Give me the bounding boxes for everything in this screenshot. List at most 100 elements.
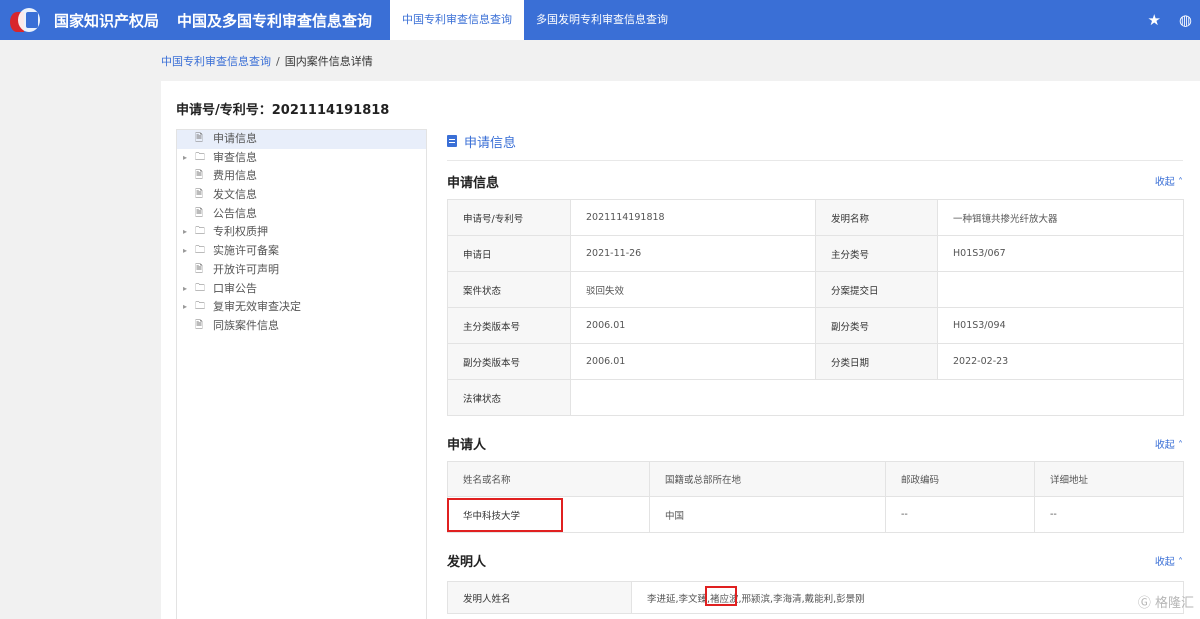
tree-item-label: 同族案件信息 [213,318,279,332]
tree-item[interactable]: ▸ 🗀 审查信息 [177,149,426,168]
tree-item-label: 发文信息 [213,188,257,202]
tree-item-label: 复审无效审查决定 [213,300,301,314]
folder-icon: 🗀 [195,301,205,313]
tab-china-patent-query[interactable]: 中国专利审查信息查询 [390,0,525,40]
table-row: 案件状态 驳回失效 分案提交日 [447,271,1184,308]
file-icon: 🗎 [195,133,204,144]
file-icon: 🗎 [195,207,204,219]
applicant-country: 中国 [649,496,886,533]
tree-item-label: 申请信息 [213,132,257,145]
field-label: 申请日 [447,235,571,272]
field-value: H01S3/094 [937,307,1184,344]
file-icon: 🗎 [195,170,204,182]
field-label: 主分类版本号 [447,307,571,344]
expand-caret-icon[interactable]: ▸ [183,298,187,317]
tree-item-label: 实施许可备案 [213,244,279,258]
inventor-label: 发明人姓名 [447,581,632,614]
tree-item[interactable]: ▸ 🗀 专利权质押 [177,223,426,242]
field-value: 2021-11-26 [570,235,816,272]
navigation-tree: 🗎 申请信息 ▸ 🗀 审查信息 🗎 费用信息 🗎 发文信息 🗎 公告信息 ▸ 🗀 专利权质押 ▸ 🗀 实施许可备… [176,129,427,619]
field-value [937,271,1184,308]
table-row: 申请日 2021-11-26 主分类号 H01S3/067 [447,235,1184,272]
cnipa-logo [8,4,46,36]
tree-item-label: 费用信息 [213,169,257,183]
tree-item[interactable]: ▸ 🗀 复审无效审查决定 [177,298,426,317]
expand-caret-icon[interactable]: ▸ [183,149,187,168]
org-name: 国家知识产权局 [54,11,160,30]
legal-status-value [570,379,1184,416]
tree-item-label: 开放许可声明 [213,262,279,276]
group-title-applicant: 申请人 [447,438,487,453]
field-value: H01S3/067 [937,235,1184,272]
applicant-postcode: -- [885,496,1035,533]
folder-icon: 🗀 [195,151,205,163]
section-divider [447,160,1183,161]
table-row: 申请号/专利号 2021114191818 发明名称 一种铒镱共掺光纤放大器 [447,199,1184,236]
tree-item-label: 口审公告 [213,281,257,295]
field-value: 2022-02-23 [937,343,1184,380]
breadcrumb-current: 国内案件信息详情 [284,55,373,68]
collapse-applicant-button[interactable]: 收起 ˄ [1155,436,1183,451]
breadcrumb-link-home[interactable]: 中国专利审查信息查询 [161,55,271,68]
field-value: 2006.01 [570,307,816,344]
field-label: 主分类号 [815,235,938,272]
globe-icon[interactable]: ◍ [1179,11,1192,29]
table-row: 主分类版本号 2006.01 副分类号 H01S3/094 [447,307,1184,344]
expand-caret-icon[interactable]: ▸ [183,223,187,242]
tree-item[interactable]: 🗎 同族案件信息 [177,317,426,336]
column-header: 详细地址 [1034,461,1184,497]
collapse-inventor-button[interactable]: 收起 ˄ [1155,553,1183,568]
tree-item[interactable]: ▸ 🗀 实施许可备案 [177,242,426,261]
table-row: 法律状态 [447,379,1184,416]
tab-multi-country-query[interactable]: 多国发明专利审查信息查询 [524,0,680,40]
tree-item[interactable]: ▸ 🗀 口审公告 [177,280,426,299]
expand-caret-icon[interactable]: ▸ [183,280,187,299]
column-header: 国籍或总部所在地 [649,461,886,497]
field-label: 副分类号 [815,307,938,344]
folder-icon: 🗀 [195,226,205,238]
tree-item[interactable]: 🗎 发文信息 [177,186,426,205]
column-header: 邮政编码 [885,461,1035,497]
file-icon: 🗎 [195,263,204,275]
table-header-row: 姓名或名称 国籍或总部所在地 邮政编码 详细地址 [447,461,1184,497]
section-header: 申请信息 [447,131,1183,151]
collapse-application-info-button[interactable]: 收起 ˄ [1155,173,1183,188]
tree-item[interactable]: 🗎 公告信息 [177,205,426,224]
field-label: 发明名称 [815,199,938,236]
group-title-application-info: 申请信息 [447,176,500,191]
field-label: 分类日期 [815,343,938,380]
tree-item[interactable]: 🗎 费用信息 [177,167,426,186]
app-title: 中国及多国专利审查信息查询 [177,11,373,30]
content-panel: 申请信息 申请信息 收起 ˄ 申请号/专利号 2021114191818 发明名称一… [447,129,1184,614]
tree-item-label: 专利权质押 [213,225,268,239]
column-header: 姓名或名称 [447,461,650,497]
highlight-box-inventor [705,586,737,606]
highlight-box-applicant [447,498,563,532]
inventor-table: 发明人姓名 李进延,李文臻,褚应波,邢颍滨,李海清,戴能利,彭景刚 [447,581,1184,614]
field-value: 2006.01 [570,343,816,380]
section-header-label: 申请信息 [464,135,517,151]
file-icon: 🗎 [195,189,204,201]
field-label: 副分类版本号 [447,343,571,380]
tree-item[interactable]: 🗎 申请信息 [177,130,426,149]
table-row: 副分类版本号 2006.01 分类日期 2022-02-23 [447,343,1184,380]
field-value: 一种铒镱共掺光纤放大器 [937,199,1184,236]
top-navigation-bar: 国家知识产权局 中国及多国专利审查信息查询 中国专利审查信息查询 多国发明专利审… [0,0,1200,40]
field-value: 驳回失效 [570,271,816,308]
watermark-logo: Ⓖ 格隆汇 [1137,596,1194,611]
star-icon[interactable]: ★ [1147,11,1160,29]
tree-item-label: 公告信息 [213,206,257,220]
legal-status-label: 法律状态 [447,379,571,416]
group-title-inventor: 发明人 [447,555,487,570]
folder-icon: 🗀 [195,282,205,294]
document-icon [447,135,457,147]
tree-item[interactable]: 🗎 开放许可声明 [177,261,426,280]
detail-card: 申请号/专利号：2021114191818 🗎 申请信息 ▸ 🗀 审查信息 🗎 费用信息 🗎 发… [161,81,1200,619]
field-label: 案件状态 [447,271,571,308]
table-row: 发明人姓名 李进延,李文臻,褚应波,邢颍滨,李海清,戴能利,彭景刚 [447,581,1184,614]
tree-item-label: 审查信息 [213,150,257,164]
application-number-title: 申请号/专利号：2021114191818 [176,103,390,118]
breadcrumb: 中国专利审查信息查询 / 国内案件信息详情 [161,53,373,69]
expand-caret-icon[interactable]: ▸ [183,242,187,261]
application-info-table: 申请号/专利号 2021114191818 发明名称 一种铒镱共掺光纤放大器 申请日 20… [447,199,1184,416]
